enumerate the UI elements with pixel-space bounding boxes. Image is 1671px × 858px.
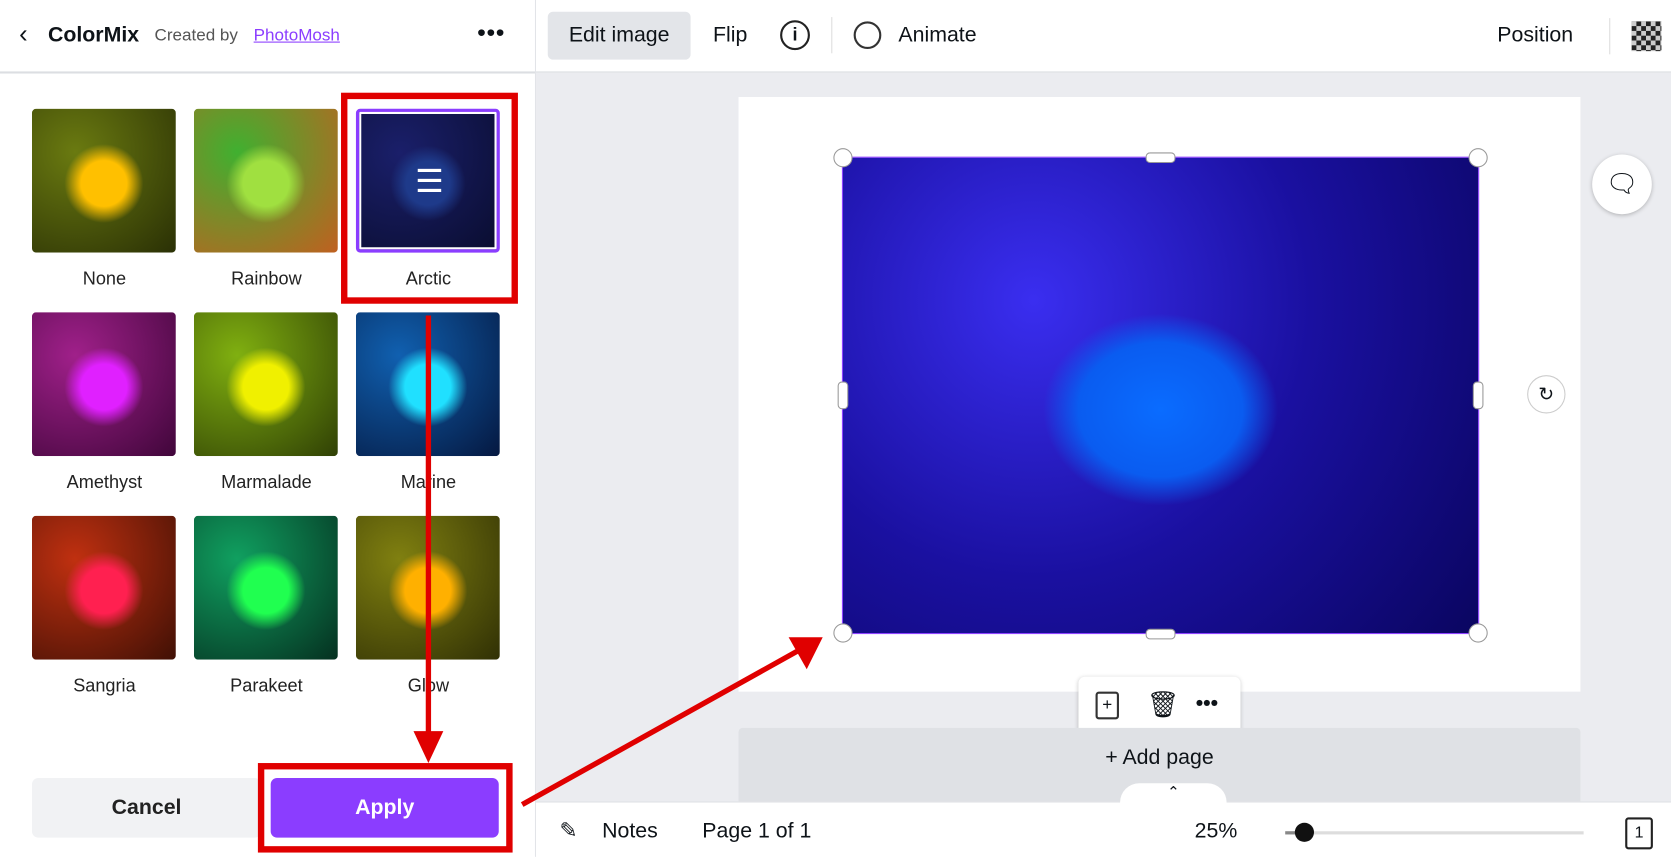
editor: ‹ ColorMix Created by PhotoMosh ••• None…: [0, 0, 1671, 858]
annotation-arrows: [413, 315, 823, 807]
arrow-down-head: [413, 731, 444, 764]
arrow-diagonal: [520, 647, 801, 807]
